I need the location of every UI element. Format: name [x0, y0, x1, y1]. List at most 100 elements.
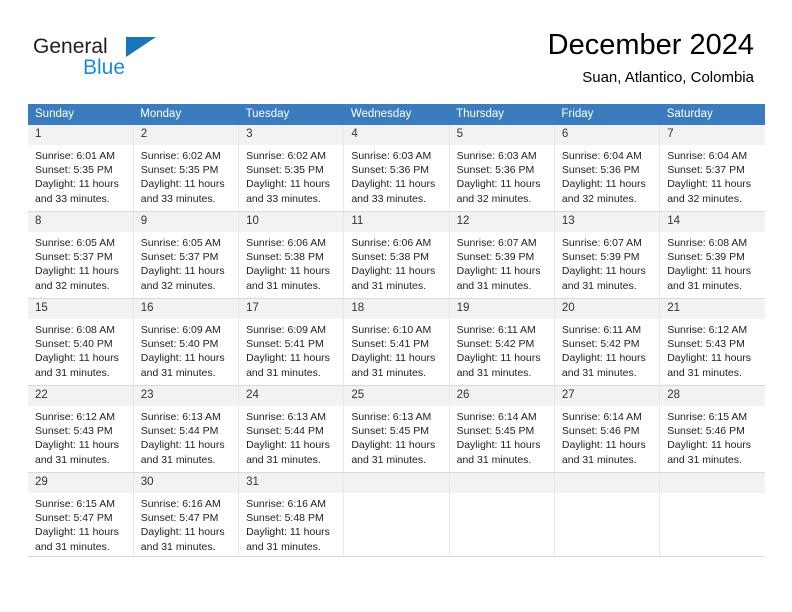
- daylight-text-line1: Daylight: 11 hours: [456, 352, 541, 365]
- daylight-text-line2: and 31 minutes.: [246, 540, 321, 553]
- weekday-header-saturday: Saturday: [659, 104, 765, 125]
- sunrise-text: Sunrise: 6:06 AM: [246, 237, 327, 249]
- calendar-day-cell[interactable]: 20 Sunrise: 6:11 AM Sunset: 5:42 PM Dayligh…: [554, 298, 661, 386]
- calendar-page: General Blue December 2024 Suan, Atlanti…: [0, 0, 792, 612]
- calendar-day-cell[interactable]: 12 Sunrise: 6:07 AM Sunset: 5:39 PM Dayligh…: [449, 211, 555, 299]
- day-sun-info: Sunrise: 6:08 AM Sunset: 5:40 PM Daylight:…: [28, 319, 133, 380]
- calendar-day-cell[interactable]: 26 Sunrise: 6:14 AM Sunset: 5:45 PM Dayligh…: [449, 385, 555, 473]
- sunset-text: Sunset: 5:40 PM: [35, 338, 113, 351]
- sunrise-text: Sunrise: 6:16 AM: [246, 498, 327, 510]
- sunrise-text: Sunrise: 6:10 AM: [351, 324, 432, 336]
- sunrise-text: Sunrise: 6:12 AM: [35, 411, 115, 423]
- weekday-header-monday: Monday: [133, 104, 239, 125]
- calendar-day-cell[interactable]: 10 Sunrise: 6:06 AM Sunset: 5:38 PM Dayligh…: [238, 211, 345, 299]
- daylight-text-line1: Daylight: 11 hours: [140, 526, 225, 539]
- daylight-text-line1: Daylight: 11 hours: [561, 265, 646, 278]
- sunset-text: Sunset: 5:42 PM: [456, 338, 535, 351]
- calendar-day-cell[interactable]: 9 Sunrise: 6:05 AM Sunset: 5:37 PM Daylight…: [133, 211, 240, 299]
- sunrise-text: Sunrise: 6:11 AM: [561, 324, 642, 336]
- daylight-text-line1: Daylight: 11 hours: [351, 439, 436, 452]
- calendar-day-cell[interactable]: 31 Sunrise: 6:16 AM Sunset: 5:48 PM Dayligh…: [238, 472, 345, 557]
- calendar-day-cell[interactable]: 13 Sunrise: 6:07 AM Sunset: 5:39 PM Dayligh…: [554, 211, 661, 299]
- daylight-text-line1: Daylight: 11 hours: [667, 178, 752, 191]
- day-sun-info: Sunrise: 6:08 AM Sunset: 5:39 PM Daylight:…: [660, 232, 765, 293]
- calendar-day-cell[interactable]: 16 Sunrise: 6:09 AM Sunset: 5:40 PM Dayligh…: [133, 298, 240, 386]
- day-number: 30: [133, 473, 239, 493]
- calendar-day-cell[interactable]: 1 Sunrise: 6:01 AM Sunset: 5:35 PM Daylight…: [28, 125, 134, 212]
- day-number: 27: [554, 386, 660, 406]
- calendar-day-cell[interactable]: 25 Sunrise: 6:13 AM Sunset: 5:45 PM Dayligh…: [343, 385, 450, 473]
- daylight-text-line2: and 31 minutes.: [667, 453, 742, 466]
- calendar-day-cell[interactable]: 17 Sunrise: 6:09 AM Sunset: 5:41 PM Dayligh…: [238, 298, 345, 386]
- day-sun-info: Sunrise: 6:04 AM Sunset: 5:37 PM Daylight:…: [660, 145, 765, 206]
- sunset-text: Sunset: 5:45 PM: [456, 425, 535, 438]
- page-header: General Blue December 2024 Suan, Atlanti…: [0, 0, 792, 100]
- day-number: 20: [554, 299, 660, 319]
- calendar-day-cell[interactable]: 30 Sunrise: 6:16 AM Sunset: 5:47 PM Dayligh…: [133, 472, 240, 557]
- sunrise-text: Sunrise: 6:02 AM: [246, 150, 327, 162]
- calendar-day-cell[interactable]: 28 Sunrise: 6:15 AM Sunset: 5:46 PM Dayligh…: [659, 385, 765, 473]
- day-number: 11: [344, 212, 449, 232]
- daylight-text-line1: Daylight: 11 hours: [35, 526, 119, 539]
- calendar-empty-cell: [343, 472, 450, 557]
- calendar-day-cell[interactable]: 23 Sunrise: 6:13 AM Sunset: 5:44 PM Dayligh…: [133, 385, 240, 473]
- calendar-day-cell[interactable]: 22 Sunrise: 6:12 AM Sunset: 5:43 PM Dayligh…: [28, 385, 134, 473]
- calendar-day-cell[interactable]: 24 Sunrise: 6:13 AM Sunset: 5:44 PM Dayligh…: [238, 385, 345, 473]
- calendar-day-cell[interactable]: 6 Sunrise: 6:04 AM Sunset: 5:36 PM Daylight…: [554, 125, 661, 212]
- day-sun-info: Sunrise: 6:13 AM Sunset: 5:45 PM Daylight:…: [344, 406, 448, 467]
- calendar-day-cell[interactable]: 18 Sunrise: 6:10 AM Sunset: 5:41 PM Dayligh…: [343, 298, 450, 386]
- day-sun-info: Sunrise: 6:12 AM Sunset: 5:43 PM Daylight:…: [28, 406, 133, 467]
- sunset-text: Sunset: 5:40 PM: [140, 338, 219, 351]
- day-number: 17: [239, 299, 344, 319]
- day-sun-info: Sunrise: 6:11 AM Sunset: 5:42 PM Daylight:…: [555, 319, 659, 380]
- day-number: 23: [133, 386, 239, 406]
- calendar-day-cell[interactable]: 8 Sunrise: 6:05 AM Sunset: 5:37 PM Daylight…: [28, 211, 134, 299]
- daylight-text-line2: and 31 minutes.: [246, 366, 321, 379]
- sunrise-text: Sunrise: 6:09 AM: [246, 324, 327, 336]
- daylight-text-line2: and 33 minutes.: [246, 192, 321, 205]
- sunset-text: Sunset: 5:37 PM: [140, 251, 219, 264]
- daylight-text-line2: and 33 minutes.: [35, 192, 110, 205]
- day-sun-info: Sunrise: 6:14 AM Sunset: 5:45 PM Daylight:…: [450, 406, 554, 467]
- day-number: 9: [133, 212, 239, 232]
- calendar-week-row: 15 Sunrise: 6:08 AM Sunset: 5:40 PM Dayligh…: [28, 298, 765, 386]
- sunset-text: Sunset: 5:48 PM: [246, 512, 324, 525]
- calendar-day-cell[interactable]: 19 Sunrise: 6:11 AM Sunset: 5:42 PM Dayligh…: [449, 298, 555, 386]
- calendar-day-cell[interactable]: 14 Sunrise: 6:08 AM Sunset: 5:39 PM Dayligh…: [659, 211, 765, 299]
- calendar-day-cell[interactable]: 2 Sunrise: 6:02 AM Sunset: 5:35 PM Daylight…: [133, 125, 240, 212]
- day-number: 16: [133, 299, 239, 319]
- day-sun-info: Sunrise: 6:05 AM Sunset: 5:37 PM Daylight:…: [28, 232, 133, 293]
- sunset-text: Sunset: 5:41 PM: [246, 338, 324, 351]
- daylight-text-line2: and 32 minutes.: [140, 279, 216, 292]
- calendar-day-cell[interactable]: 27 Sunrise: 6:14 AM Sunset: 5:46 PM Dayligh…: [554, 385, 661, 473]
- day-number: 29: [28, 473, 133, 493]
- logo-triangle-icon: [126, 37, 156, 57]
- calendar-day-cell[interactable]: 21 Sunrise: 6:12 AM Sunset: 5:43 PM Dayligh…: [659, 298, 765, 386]
- day-sun-info: Sunrise: 6:10 AM Sunset: 5:41 PM Daylight:…: [344, 319, 448, 380]
- daylight-text-line2: and 32 minutes.: [561, 192, 637, 205]
- calendar-day-cell[interactable]: 15 Sunrise: 6:08 AM Sunset: 5:40 PM Dayligh…: [28, 298, 134, 386]
- daylight-text-line2: and 31 minutes.: [140, 366, 216, 379]
- daylight-text-line1: Daylight: 11 hours: [246, 178, 330, 191]
- daylight-text-line2: and 31 minutes.: [351, 453, 427, 466]
- daylight-text-line1: Daylight: 11 hours: [140, 178, 225, 191]
- day-number: 14: [660, 212, 765, 232]
- sunrise-text: Sunrise: 6:07 AM: [456, 237, 537, 249]
- daylight-text-line1: Daylight: 11 hours: [667, 265, 752, 278]
- daylight-text-line2: and 31 minutes.: [456, 366, 532, 379]
- daylight-text-line1: Daylight: 11 hours: [140, 439, 225, 452]
- calendar-day-cell[interactable]: 7 Sunrise: 6:04 AM Sunset: 5:37 PM Daylight…: [659, 125, 765, 212]
- day-sun-info: Sunrise: 6:07 AM Sunset: 5:39 PM Daylight:…: [555, 232, 659, 293]
- calendar-day-cell[interactable]: 4 Sunrise: 6:03 AM Sunset: 5:36 PM Daylight…: [343, 125, 450, 212]
- sunrise-text: Sunrise: 6:16 AM: [140, 498, 221, 510]
- sunrise-text: Sunrise: 6:06 AM: [351, 237, 432, 249]
- calendar-day-cell[interactable]: 3 Sunrise: 6:02 AM Sunset: 5:35 PM Daylight…: [238, 125, 345, 212]
- day-sun-info: Sunrise: 6:16 AM Sunset: 5:47 PM Daylight:…: [134, 493, 238, 554]
- day-number: [344, 473, 449, 493]
- calendar-day-cell[interactable]: 5 Sunrise: 6:03 AM Sunset: 5:36 PM Daylight…: [449, 125, 555, 212]
- generalblue-logo[interactable]: General Blue: [33, 36, 253, 86]
- daylight-text-line1: Daylight: 11 hours: [246, 265, 330, 278]
- calendar-day-cell[interactable]: 11 Sunrise: 6:06 AM Sunset: 5:38 PM Dayligh…: [343, 211, 450, 299]
- calendar-day-cell[interactable]: 29 Sunrise: 6:15 AM Sunset: 5:47 PM Dayligh…: [28, 472, 134, 557]
- day-sun-info: Sunrise: 6:13 AM Sunset: 5:44 PM Daylight:…: [134, 406, 238, 467]
